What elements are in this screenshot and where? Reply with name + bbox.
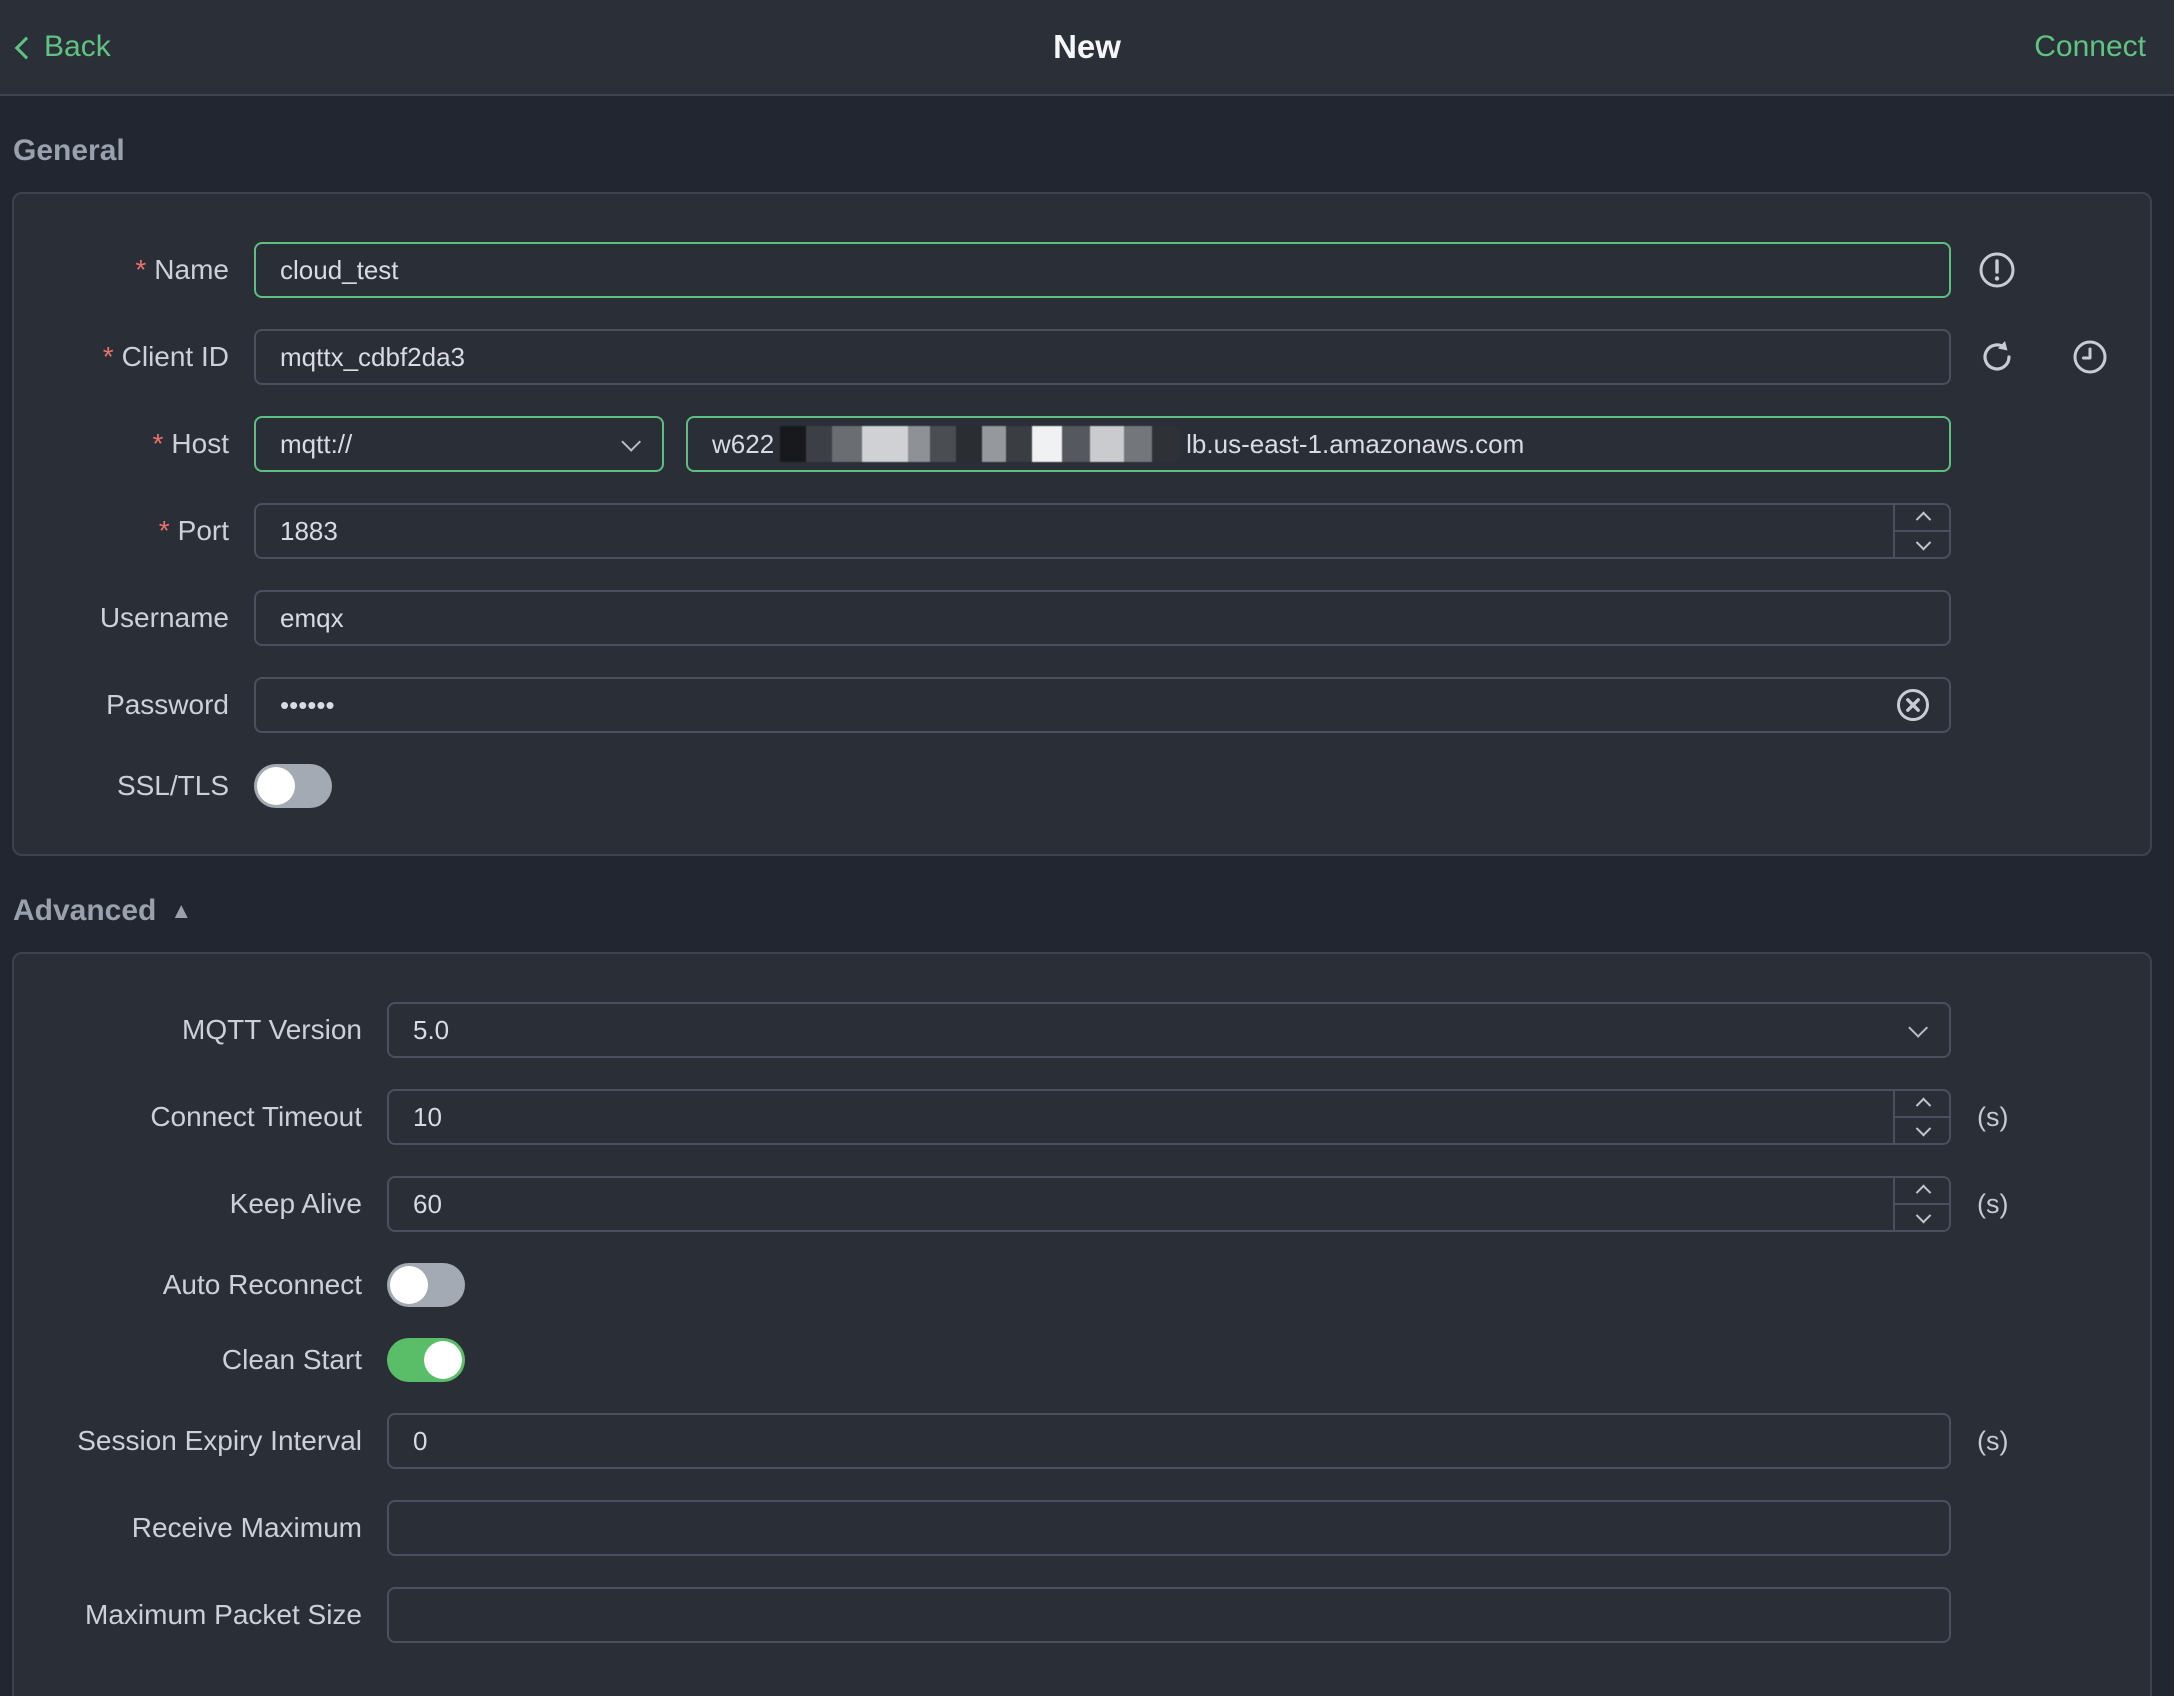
- max-packet-size-input[interactable]: [387, 1587, 1951, 1643]
- host-value-suffix: lb.us-east-1.amazonaws.com: [1186, 428, 1525, 459]
- receive-maximum-row: Receive Maximum: [14, 1500, 2150, 1556]
- top-bar: Back New Connect: [0, 0, 2174, 96]
- chevron-up-icon: [1915, 1184, 1931, 1201]
- keep-alive-label: Keep Alive: [229, 1188, 362, 1219]
- stepper-down-button[interactable]: [1895, 532, 1951, 559]
- port-input[interactable]: [254, 503, 1951, 559]
- stepper-down-button[interactable]: [1895, 1118, 1951, 1145]
- connect-timeout-stepper: [1893, 1089, 1951, 1145]
- chevron-down-icon: [621, 431, 642, 452]
- ssl-row: SSL/TLS: [14, 764, 2150, 808]
- required-mark: *: [135, 254, 147, 285]
- protocol-select[interactable]: mqtt://: [254, 416, 664, 472]
- client-id-input[interactable]: [254, 329, 1951, 385]
- chevron-up-icon: [1915, 1097, 1931, 1114]
- ssl-label: SSL/TLS: [116, 770, 229, 801]
- page-title: New: [1053, 28, 1121, 65]
- chevron-up-icon: [1915, 511, 1931, 528]
- port-stepper: [1893, 503, 1951, 559]
- auto-reconnect-row: Auto Reconnect: [14, 1263, 2150, 1307]
- session-expiry-input[interactable]: [387, 1413, 1951, 1469]
- advanced-section-header[interactable]: Advanced ▲: [13, 894, 2174, 928]
- clean-start-label: Clean Start: [221, 1344, 362, 1375]
- auto-reconnect-label: Auto Reconnect: [162, 1269, 362, 1300]
- username-label: Username: [99, 602, 229, 633]
- chevron-down-icon: [1915, 1120, 1931, 1137]
- required-mark: *: [102, 341, 114, 372]
- seconds-unit: (s): [1977, 1425, 2009, 1456]
- mqtt-version-value: 5.0: [413, 1014, 450, 1045]
- username-input[interactable]: [254, 590, 1951, 646]
- seconds-unit: (s): [1977, 1101, 2009, 1132]
- clean-start-toggle[interactable]: [387, 1338, 465, 1382]
- keep-alive-stepper: [1893, 1176, 1951, 1232]
- seconds-unit: (s): [1977, 1188, 2009, 1219]
- required-mark: *: [158, 515, 170, 546]
- keep-alive-row: Keep Alive (s): [14, 1176, 2150, 1232]
- redacted-host-segment: [780, 426, 1181, 462]
- history-clock-icon[interactable]: [2071, 338, 2109, 376]
- refresh-icon[interactable]: [1978, 338, 2016, 376]
- connect-timeout-input[interactable]: [387, 1089, 1951, 1145]
- host-row: * Host mqtt:// w622 lb.us-east-1.amazonaw…: [14, 416, 2150, 472]
- max-packet-size-row: Maximum Packet Size: [14, 1587, 2150, 1643]
- collapse-triangle-icon: ▲: [170, 898, 193, 923]
- session-expiry-label: Session Expiry Interval: [77, 1425, 362, 1456]
- stepper-down-button[interactable]: [1895, 1205, 1951, 1232]
- chevron-down-icon: [1915, 534, 1931, 551]
- connect-timeout-label: Connect Timeout: [150, 1101, 362, 1132]
- protocol-value: mqtt://: [280, 428, 353, 459]
- mqtt-version-row: MQTT Version 5.0: [14, 1002, 2150, 1058]
- username-row: Username: [14, 590, 2150, 646]
- connect-button[interactable]: Connect: [2034, 30, 2146, 64]
- password-label: Password: [106, 689, 229, 720]
- name-input[interactable]: [254, 242, 1951, 298]
- password-row: Password: [14, 677, 2150, 733]
- clean-start-row: Clean Start: [14, 1338, 2150, 1382]
- client-id-label: * Client ID: [102, 341, 229, 372]
- max-packet-size-label: Maximum Packet Size: [85, 1599, 362, 1630]
- advanced-card: MQTT Version 5.0 Connect Timeout (s) Kee…: [12, 952, 2152, 1696]
- general-section-header: General: [13, 134, 2174, 168]
- stepper-up-button[interactable]: [1895, 1176, 1951, 1205]
- host-value-prefix: w622: [712, 428, 775, 459]
- session-expiry-row: Session Expiry Interval (s): [14, 1413, 2150, 1469]
- toggle-knob: [390, 1266, 428, 1304]
- required-mark: *: [152, 428, 164, 459]
- password-input[interactable]: [254, 677, 1951, 733]
- name-label: * Name: [135, 254, 229, 285]
- general-section-title: General: [13, 134, 125, 167]
- port-row: * Port: [14, 503, 2150, 559]
- alert-circle-icon[interactable]: [1978, 251, 2016, 289]
- clear-password-icon[interactable]: [1895, 687, 1931, 723]
- chevron-down-icon: [1908, 1017, 1929, 1038]
- back-button[interactable]: Back: [14, 30, 111, 64]
- back-label: Back: [44, 30, 111, 63]
- mqtt-version-label: MQTT Version: [182, 1014, 362, 1045]
- toggle-knob: [424, 1341, 462, 1379]
- toggle-knob: [257, 767, 295, 805]
- stepper-up-button[interactable]: [1895, 503, 1951, 532]
- receive-maximum-input[interactable]: [387, 1500, 1951, 1556]
- general-card: *Name *Client ID *Host: [12, 192, 2152, 856]
- keep-alive-input[interactable]: [387, 1176, 1951, 1232]
- receive-maximum-label: Receive Maximum: [131, 1512, 362, 1543]
- name-row: * Name: [14, 242, 2150, 298]
- host-input[interactable]: w622 lb.us-east-1.amazonaws.com: [686, 416, 1951, 472]
- host-label: * Host: [152, 428, 229, 459]
- chevron-down-icon: [1915, 1207, 1931, 1224]
- auto-reconnect-toggle[interactable]: [387, 1263, 465, 1307]
- advanced-section-title: Advanced: [13, 894, 157, 927]
- mqtt-version-select[interactable]: 5.0: [387, 1002, 1951, 1058]
- chevron-left-icon: [14, 36, 38, 59]
- connect-timeout-row: Connect Timeout (s): [14, 1089, 2150, 1145]
- port-label: * Port: [158, 515, 229, 546]
- ssl-toggle[interactable]: [254, 764, 332, 808]
- client-id-row: * Client ID: [14, 329, 2150, 385]
- stepper-up-button[interactable]: [1895, 1089, 1951, 1118]
